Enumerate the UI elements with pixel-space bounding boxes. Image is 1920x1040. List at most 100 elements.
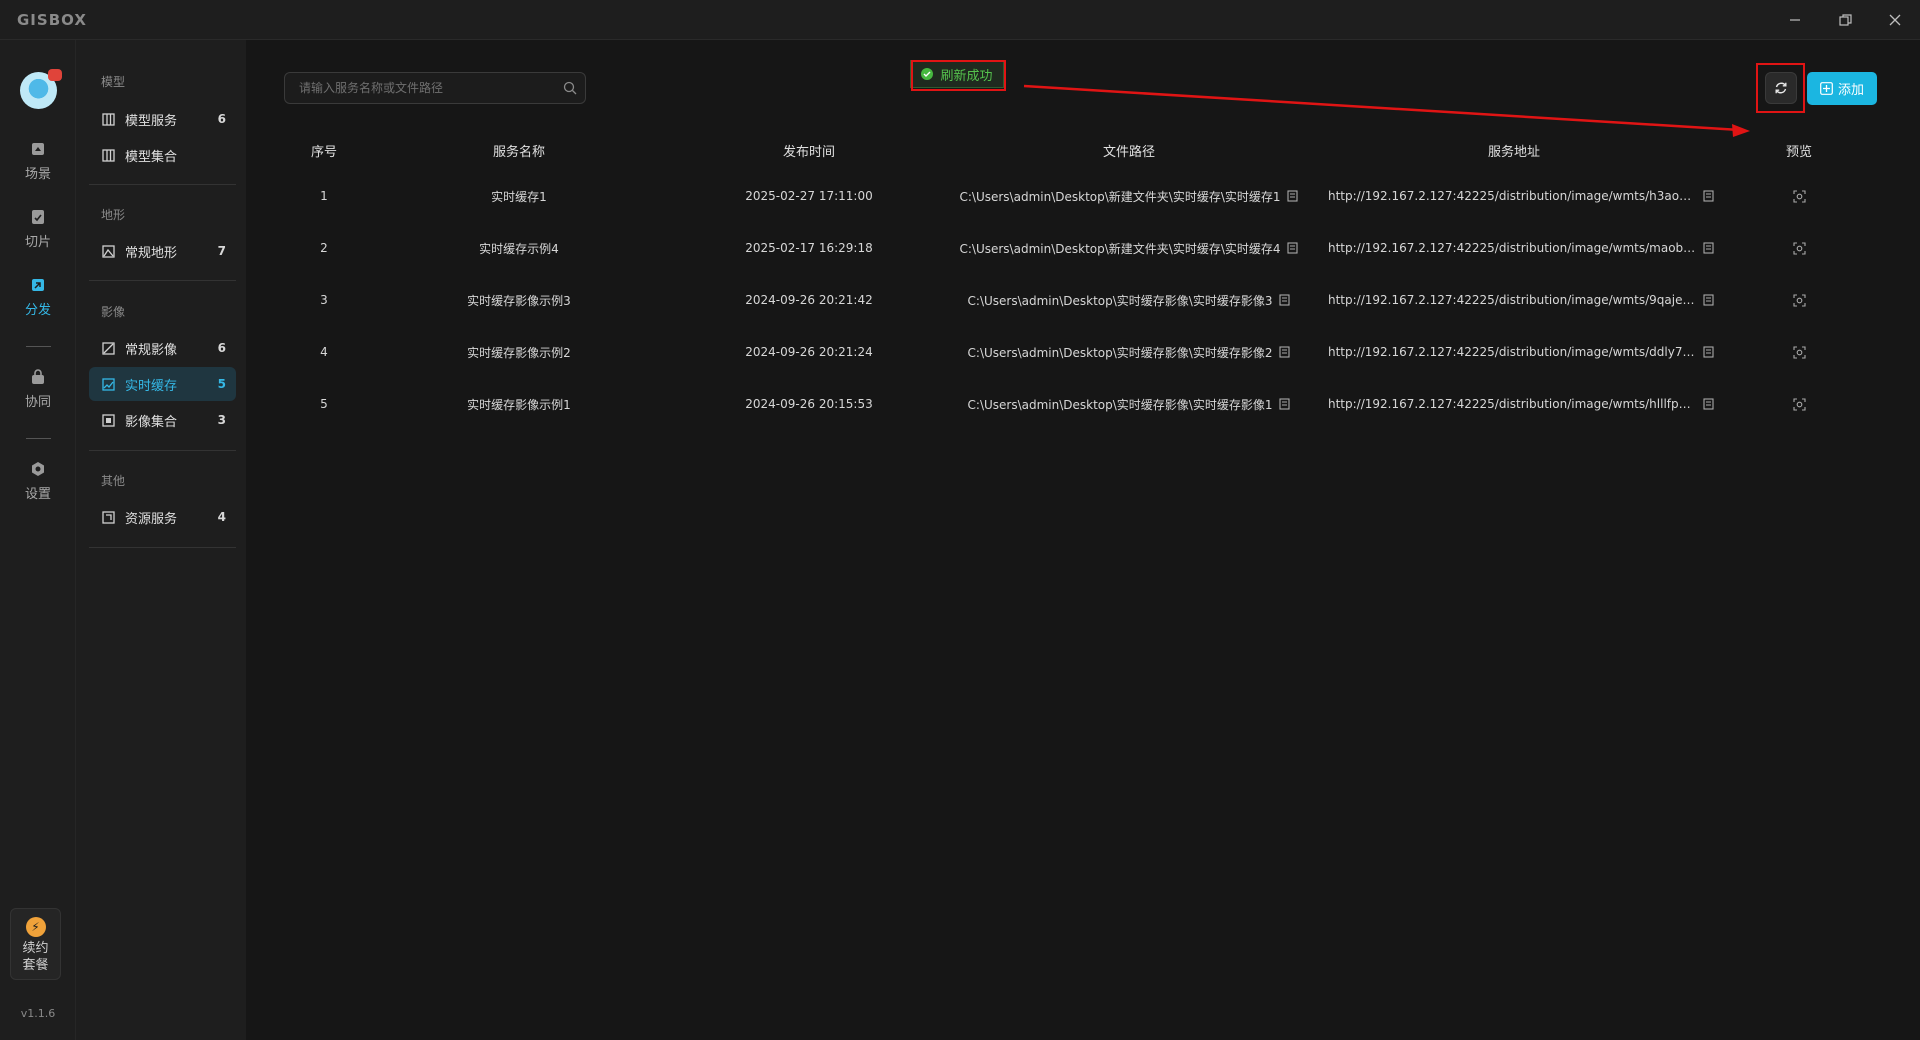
cell-time: 2024-09-26 20:21:42 xyxy=(745,293,873,307)
cell-path: C:\Users\admin\Desktop\实时缓存影像\实时缓存影像1 xyxy=(944,396,1314,413)
lightning-icon: ⚡ xyxy=(25,917,46,937)
sidebar-item-image-collection[interactable]: 影像集合 3 xyxy=(89,403,236,437)
preview-icon[interactable] xyxy=(1792,397,1806,411)
cell-preview xyxy=(1714,397,1884,411)
image-icon xyxy=(101,341,115,355)
cell-name: 实时缓存影像示例1 xyxy=(467,397,571,412)
preview-icon[interactable] xyxy=(1792,189,1806,203)
maximize-button[interactable] xyxy=(1831,8,1859,32)
sidebar-divider xyxy=(89,450,236,451)
sidebar-divider xyxy=(89,184,236,185)
distribute-icon xyxy=(29,276,47,294)
search-input[interactable] xyxy=(299,81,555,95)
preview-icon[interactable] xyxy=(1792,293,1806,307)
cell-path: C:\Users\admin\Desktop\实时缓存影像\实时缓存影像3 xyxy=(944,292,1314,309)
cell-url: http://192.167.2.127:42225/distribution/… xyxy=(1314,241,1714,255)
rail-item-distribute[interactable]: 分发 xyxy=(0,276,76,332)
refresh-icon xyxy=(1775,82,1787,94)
sidebar-item-model-service[interactable]: 模型服务 6 xyxy=(89,102,236,136)
cell-preview xyxy=(1714,189,1884,203)
rail-item-scene[interactable]: 场景 xyxy=(0,140,76,196)
rail-item-collab[interactable]: 协同 xyxy=(0,368,76,424)
table-header: 序号 服务名称 发布时间 文件路径 服务地址 预览 xyxy=(284,130,1884,170)
cell-index: 3 xyxy=(320,293,328,307)
add-button[interactable]: 添加 xyxy=(1807,72,1877,105)
cell-path: C:\Users\admin\Desktop\新建文件夹\实时缓存\实时缓存1 xyxy=(944,188,1314,205)
cell-preview xyxy=(1714,345,1884,359)
cell-url: http://192.167.2.127:42225/distribution/… xyxy=(1314,293,1714,307)
copy-path-icon[interactable] xyxy=(1287,242,1299,254)
sidebar-item-realtime-cache[interactable]: 实时缓存 5 xyxy=(89,367,236,401)
sidebar-item-terrain[interactable]: 常规地形 7 xyxy=(89,234,236,268)
copy-url-icon[interactable] xyxy=(1702,398,1714,410)
column-header-time: 发布时间 xyxy=(782,144,835,160)
gear-icon xyxy=(29,460,47,478)
app-logo: GISBOX xyxy=(17,11,87,29)
group-title-terrain: 地形 xyxy=(101,208,126,222)
minimize-button[interactable] xyxy=(1781,8,1809,32)
renew-plan-button[interactable]: ⚡ 续约 套餐 xyxy=(10,908,61,980)
sidebar-item-model-collection[interactable]: 模型集合 xyxy=(89,138,236,172)
column-header-url: 服务地址 xyxy=(1487,144,1540,160)
cell-index: 4 xyxy=(320,345,328,359)
services-table: 序号 服务名称 发布时间 文件路径 服务地址 预览 1 实时缓存1 2025-0… xyxy=(284,130,1884,430)
rail-item-settings[interactable]: 设置 xyxy=(0,460,76,516)
rail-item-tile[interactable]: 切片 xyxy=(0,208,76,264)
sidebar-divider xyxy=(89,280,236,281)
column-header-preview: 预览 xyxy=(1785,144,1812,160)
cell-url: http://192.167.2.127:42225/distribution/… xyxy=(1314,397,1714,411)
main-content: 刷新成功 添加 序号 服务名称 发布时间 文件路径 服务地址 预览 1 实时缓存… xyxy=(246,40,1920,1040)
restore-icon xyxy=(1838,13,1852,26)
preview-icon[interactable] xyxy=(1792,345,1806,359)
cell-url: http://192.167.2.127:42225/distribution/… xyxy=(1314,189,1714,203)
table-row[interactable]: 1 实时缓存1 2025-02-27 17:11:00 C:\Users\adm… xyxy=(284,170,1884,222)
notification-badge xyxy=(48,69,62,81)
sidebar-item-imagery[interactable]: 常规影像 6 xyxy=(89,331,236,365)
cell-name: 实时缓存影像示例3 xyxy=(467,293,571,308)
cell-name: 实时缓存1 xyxy=(491,189,547,204)
copy-url-icon[interactable] xyxy=(1702,294,1714,306)
sidebar-divider xyxy=(89,547,236,548)
cell-time: 2025-02-17 16:29:18 xyxy=(745,241,873,255)
copy-url-icon[interactable] xyxy=(1702,346,1714,358)
nav-rail: 场景 切片 分发 协同 设置 ⚡ 续约 套餐 v1.1.6 xyxy=(0,40,76,1040)
cache-image-icon xyxy=(101,377,115,391)
copy-path-icon[interactable] xyxy=(1278,294,1290,306)
table-row[interactable]: 2 实时缓存示例4 2025-02-17 16:29:18 C:\Users\a… xyxy=(284,222,1884,274)
cell-url: http://192.167.2.127:42225/distribution/… xyxy=(1314,345,1714,359)
document-edit-icon xyxy=(29,208,47,226)
copy-url-icon[interactable] xyxy=(1702,242,1714,254)
cell-preview xyxy=(1714,241,1884,255)
column-header-index: 序号 xyxy=(310,144,337,160)
search-icon[interactable] xyxy=(555,81,585,95)
cell-name: 实时缓存影像示例2 xyxy=(467,345,571,360)
table-row[interactable]: 4 实时缓存影像示例2 2024-09-26 20:21:24 C:\Users… xyxy=(284,326,1884,378)
close-icon xyxy=(1889,14,1901,26)
cell-name: 实时缓存示例4 xyxy=(479,241,559,256)
copy-path-icon[interactable] xyxy=(1278,346,1290,358)
preview-icon[interactable] xyxy=(1792,241,1806,255)
table-row[interactable]: 3 实时缓存影像示例3 2024-09-26 20:21:42 C:\Users… xyxy=(284,274,1884,326)
cell-path: C:\Users\admin\Desktop\新建文件夹\实时缓存\实时缓存4 xyxy=(944,240,1314,257)
resource-icon xyxy=(101,510,115,524)
cell-index: 1 xyxy=(320,189,328,203)
group-title-imagery: 影像 xyxy=(101,305,126,319)
close-button[interactable] xyxy=(1881,8,1909,32)
image-collection-icon xyxy=(101,413,115,427)
column-header-name: 服务名称 xyxy=(492,144,545,160)
copy-path-icon[interactable] xyxy=(1287,190,1299,202)
rail-divider xyxy=(26,346,51,347)
rail-divider xyxy=(26,438,51,439)
copy-url-icon[interactable] xyxy=(1702,190,1714,202)
app-version: v1.1.6 xyxy=(20,1007,56,1020)
model-icon xyxy=(101,148,115,162)
cell-index: 5 xyxy=(320,397,328,411)
cell-path: C:\Users\admin\Desktop\实时缓存影像\实时缓存影像2 xyxy=(944,344,1314,361)
cell-preview xyxy=(1714,293,1884,307)
copy-path-icon[interactable] xyxy=(1278,398,1290,410)
table-row[interactable]: 5 实时缓存影像示例1 2024-09-26 20:15:53 C:\Users… xyxy=(284,378,1884,430)
sidebar-item-resource-service[interactable]: 资源服务 4 xyxy=(89,500,236,534)
refresh-button[interactable] xyxy=(1765,72,1797,104)
home-icon xyxy=(29,140,47,158)
cell-time: 2024-09-26 20:21:24 xyxy=(745,345,873,359)
